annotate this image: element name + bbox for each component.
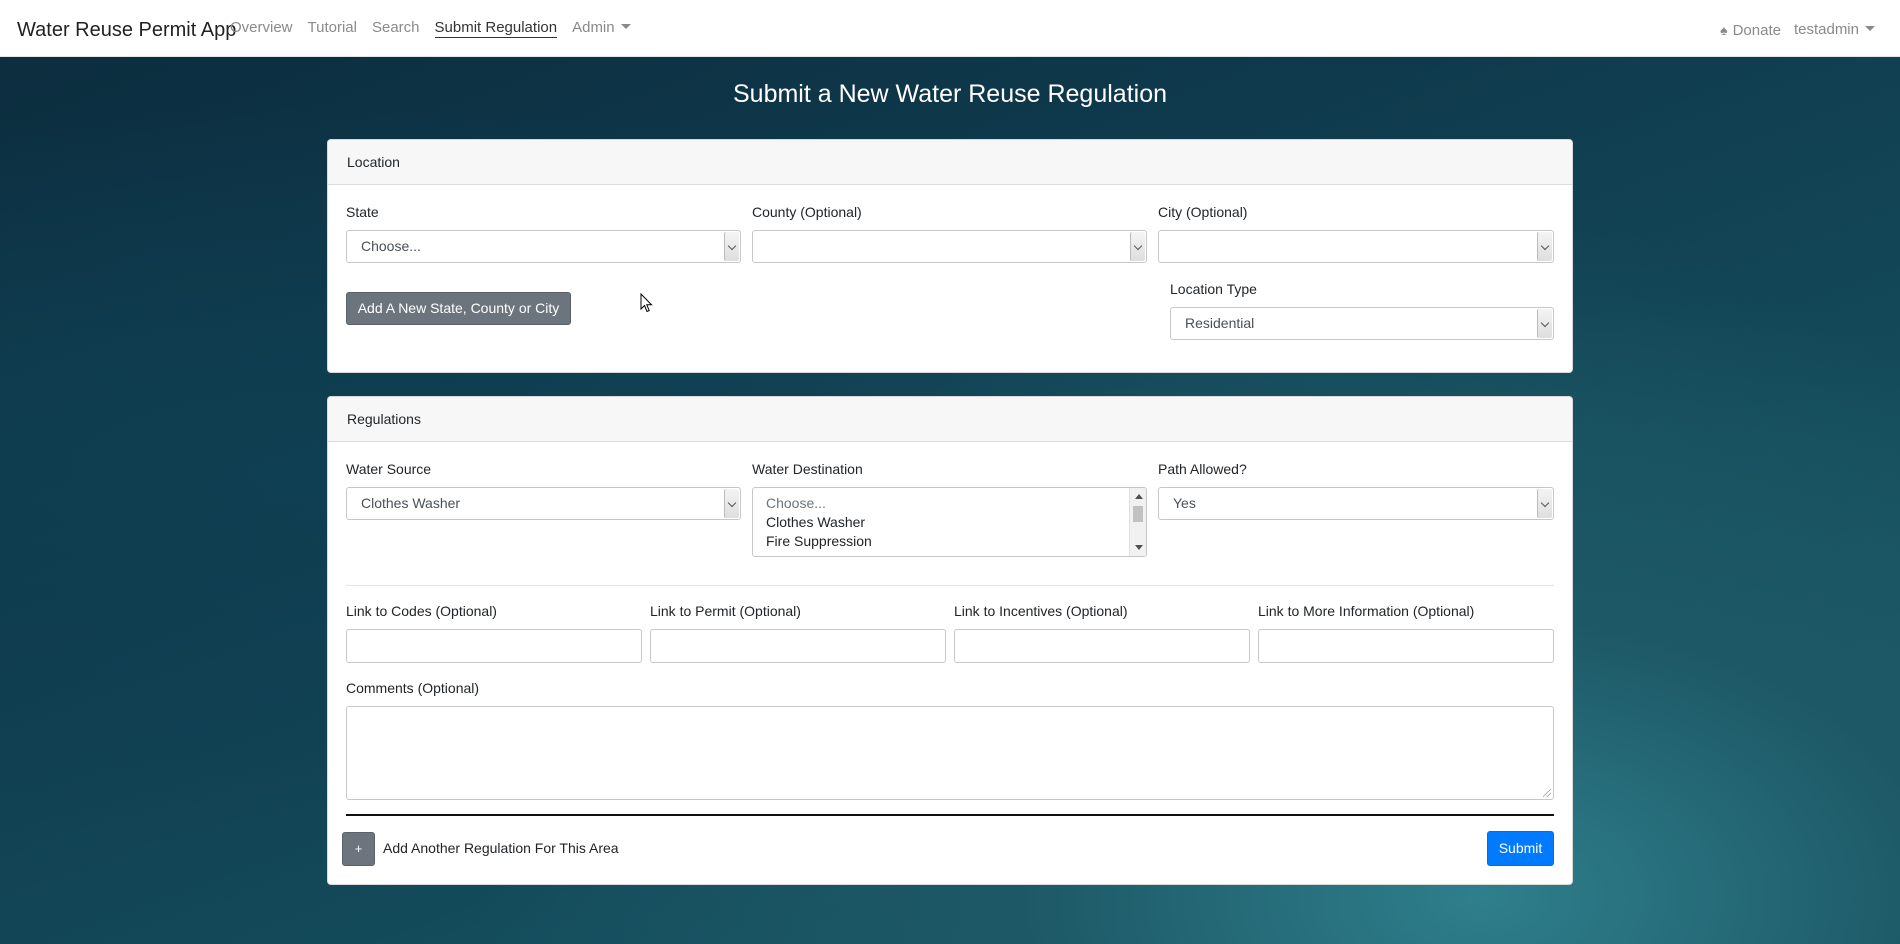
city-select[interactable] (1158, 230, 1554, 263)
chevron-down-icon (724, 489, 739, 518)
location-type-value: Residential (1185, 315, 1255, 331)
nav-right: ♠ Donate testadmin (1707, 21, 1875, 40)
nav-tutorial[interactable]: Tutorial (308, 19, 357, 38)
water-source-label: Water Source (346, 461, 432, 477)
link-permit-input[interactable] (650, 629, 946, 663)
add-location-button[interactable]: Add A New State, County or City (346, 292, 571, 325)
nav-search[interactable]: Search (372, 19, 420, 38)
nav-links: Overview Tutorial Search Submit Regulati… (230, 19, 646, 38)
comments-label: Comments (Optional) (346, 680, 480, 696)
user-name: testadmin (1793, 21, 1859, 38)
donate-label: Donate (1732, 22, 1781, 39)
link-permit-label: Link to Permit (Optional) (650, 603, 801, 619)
regulations-card-header: Regulations (328, 397, 1572, 442)
listbox-option[interactable]: Fire Suppression (753, 532, 1146, 551)
scrollbar-thumb[interactable] (1133, 506, 1143, 522)
mouse-cursor-icon (640, 293, 653, 313)
location-card: Location State Choose... County (Optiona… (327, 139, 1573, 373)
listbox-option[interactable]: Choose... (753, 494, 1146, 513)
section-divider (346, 585, 1554, 586)
listbox-scrollbar[interactable] (1129, 488, 1146, 556)
path-allowed-label: Path Allowed? (1158, 461, 1247, 477)
user-menu-dropdown[interactable]: testadmin (1794, 21, 1875, 40)
page-title: Submit a New Water Reuse Regulation (733, 80, 1167, 108)
scroll-up-arrow-icon[interactable] (1135, 494, 1143, 499)
nav-overview[interactable]: Overview (230, 19, 293, 38)
link-incentives-label: Link to Incentives (Optional) (954, 603, 1128, 619)
chevron-down-icon (1537, 232, 1552, 261)
submit-button[interactable]: Submit (1487, 831, 1554, 866)
path-allowed-select[interactable]: Yes (1158, 487, 1554, 520)
link-more-info-input[interactable] (1258, 629, 1554, 663)
county-select[interactable] (752, 230, 1147, 263)
add-another-regulation-button[interactable]: + (342, 832, 375, 866)
comments-textarea[interactable] (346, 706, 1554, 800)
nav-admin-label: Admin (572, 19, 615, 36)
listbox-option[interactable]: Clothes Washer (753, 513, 1146, 532)
regulation-separator (346, 814, 1554, 816)
nav-admin-dropdown[interactable]: Admin (572, 19, 631, 38)
chevron-down-icon (1130, 232, 1145, 261)
location-card-header: Location (328, 140, 1572, 185)
nav-submit-regulation[interactable]: Submit Regulation (434, 19, 558, 38)
hand-holding-heart-icon: ♠ (1720, 22, 1728, 38)
water-destination-label: Water Destination (752, 461, 863, 477)
resize-grip-icon[interactable] (1543, 789, 1551, 797)
link-codes-input[interactable] (346, 629, 642, 663)
path-allowed-value: Yes (1173, 495, 1196, 511)
city-label: City (Optional) (1158, 204, 1248, 220)
add-another-regulation-label: Add Another Regulation For This Area (383, 840, 619, 856)
state-select[interactable]: Choose... (346, 230, 741, 263)
location-type-label: Location Type (1170, 281, 1257, 297)
county-label: County (Optional) (752, 204, 862, 220)
water-destination-listbox[interactable]: Choose... Clothes Washer Fire Suppressio… (752, 487, 1147, 557)
chevron-down-icon (1537, 309, 1552, 338)
chevron-down-icon (724, 232, 739, 261)
top-navbar: Water Reuse Permit App Overview Tutorial… (0, 0, 1900, 57)
link-codes-label: Link to Codes (Optional) (346, 603, 497, 619)
caret-down-icon (620, 24, 631, 29)
state-label: State (346, 204, 379, 220)
water-source-select[interactable]: Clothes Washer (346, 487, 741, 520)
donate-link[interactable]: ♠ Donate (1720, 21, 1781, 40)
water-source-value: Clothes Washer (361, 495, 461, 511)
location-type-select[interactable]: Residential (1170, 307, 1554, 340)
app-brand[interactable]: Water Reuse Permit App (17, 19, 236, 42)
chevron-down-icon (1537, 489, 1552, 518)
scroll-down-arrow-icon[interactable] (1135, 545, 1143, 550)
regulations-card: Regulations Water Source Clothes Washer … (327, 396, 1573, 885)
link-more-info-label: Link to More Information (Optional) (1258, 603, 1475, 619)
caret-down-icon (1865, 26, 1875, 31)
link-incentives-input[interactable] (954, 629, 1250, 663)
state-select-value: Choose... (361, 238, 421, 254)
